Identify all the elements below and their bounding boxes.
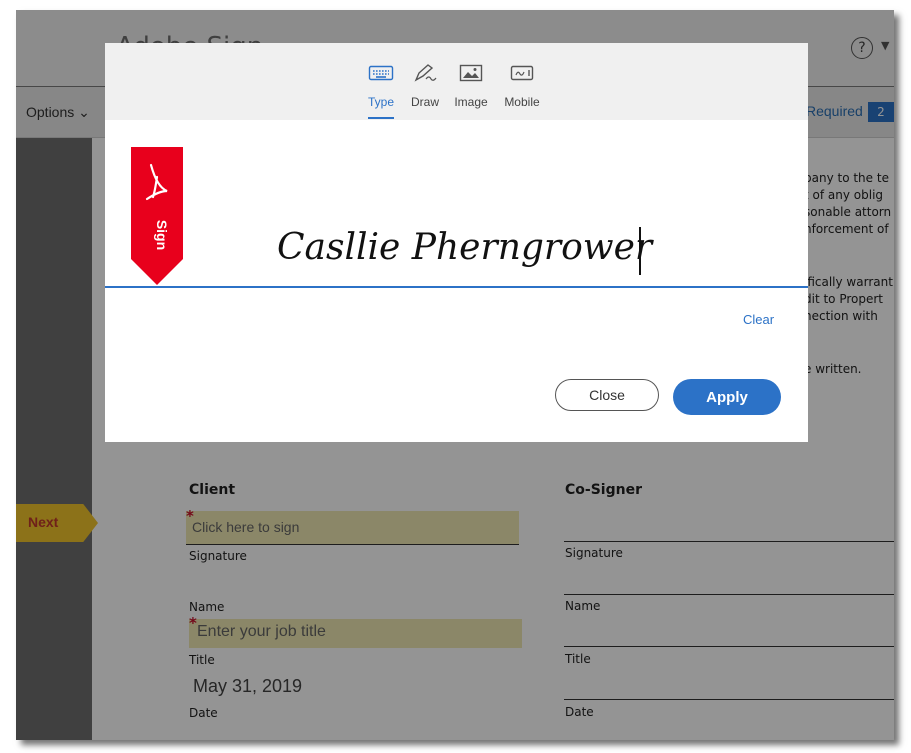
adobe-sign-logo-icon: Sign [131,147,183,285]
clear-button[interactable]: Clear [743,312,774,327]
ribbon-label: Sign [154,220,170,250]
tab-type-label: Type [367,95,394,109]
signature-baseline [105,286,808,288]
signature-method-tabs: Type Draw Image Mobile [105,43,808,120]
text-cursor [639,227,641,275]
signature-input[interactable]: Casllie Pherngrower [277,227,652,268]
active-tab-indicator [368,117,394,119]
tab-type[interactable]: Type [363,43,399,120]
mobile-icon [510,65,534,81]
signature-dialog: Type Draw Image Mobile Sign Casllie Pher… [105,43,808,442]
tab-image[interactable]: Image [451,43,491,120]
tab-mobile[interactable]: Mobile [498,43,546,120]
tab-draw[interactable]: Draw [405,43,445,120]
keyboard-icon [368,65,394,81]
tab-mobile-label: Mobile [504,95,540,109]
apply-button[interactable]: Apply [673,379,781,415]
image-icon [459,64,483,82]
close-button[interactable]: Close [555,379,659,411]
tab-draw-label: Draw [410,95,439,109]
tab-image-label: Image [454,95,488,109]
pen-icon [414,64,437,82]
adobe-sign-window: Adobe Sign ? ▼ Options ⌄ Required 2 pany… [16,10,894,740]
